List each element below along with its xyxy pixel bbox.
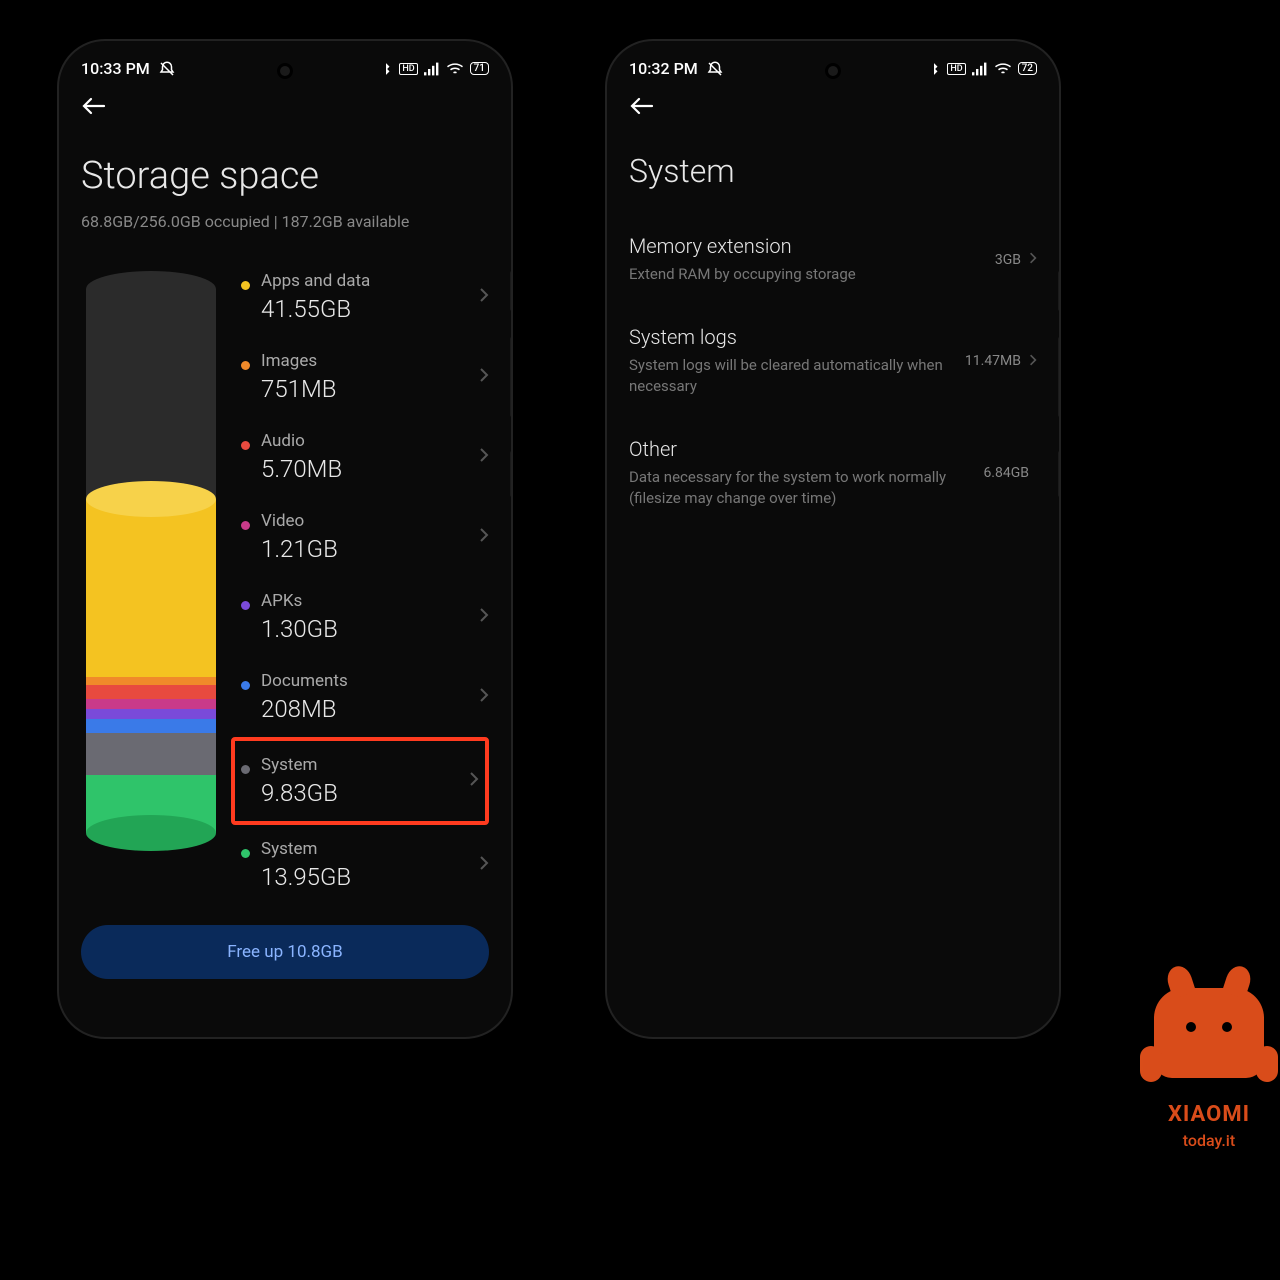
storage-summary: 68.8GB/256.0GB occupied | 187.2GB availa… xyxy=(59,212,511,257)
category-label: Documents xyxy=(261,671,479,691)
phone-system: 10:32 PM HD 72 System Memory extension E… xyxy=(605,39,1061,1039)
category-dot-icon xyxy=(241,361,250,370)
system-item-desc: Extend RAM by occupying storage xyxy=(629,264,987,285)
chevron-right-icon xyxy=(479,527,489,548)
category-label: Audio xyxy=(261,431,479,451)
battery-icon: 72 xyxy=(1018,62,1037,75)
category-size: 9.83GB xyxy=(261,779,469,807)
category-label: System xyxy=(261,755,469,775)
page-title: System xyxy=(607,122,1059,214)
status-time: 10:33 PM xyxy=(81,59,150,78)
system-item-title: Memory extension xyxy=(629,234,987,258)
side-button xyxy=(1058,451,1061,497)
category-row-apks[interactable]: APKs 1.30GB xyxy=(241,577,489,657)
system-item-desc: Data necessary for the system to work no… xyxy=(629,467,975,509)
watermark: XIAOMI today.it xyxy=(1154,988,1264,1150)
mute-icon xyxy=(158,60,176,78)
phone-storage: 10:33 PM HD 71 Storage space 68.8GB/256.… xyxy=(57,39,513,1039)
system-list: Memory extension Extend RAM by occupying… xyxy=(607,214,1059,529)
category-dot-icon xyxy=(241,849,250,858)
signal-icon xyxy=(424,62,440,76)
watermark-brand: XIAOMI xyxy=(1168,1102,1250,1127)
category-size: 41.55GB xyxy=(261,295,479,323)
chevron-right-icon xyxy=(479,687,489,708)
system-item-desc: System logs will be cleared automaticall… xyxy=(629,355,957,397)
storage-cylinder-chart xyxy=(81,257,221,905)
category-label: System xyxy=(261,839,479,859)
category-row-system[interactable]: System 9.83GB xyxy=(231,737,489,825)
side-button xyxy=(1058,271,1061,311)
category-row-apps-and-data[interactable]: Apps and data 41.55GB xyxy=(241,257,489,337)
system-item-title: System logs xyxy=(629,325,957,349)
category-size: 208MB xyxy=(261,695,479,723)
front-camera xyxy=(277,63,293,79)
status-time: 10:32 PM xyxy=(629,59,698,78)
category-dot-icon xyxy=(241,601,250,610)
chevron-right-icon xyxy=(479,447,489,468)
category-size: 13.95GB xyxy=(261,863,479,891)
category-size: 1.30GB xyxy=(261,615,479,643)
hd-icon: HD xyxy=(399,63,417,75)
category-row-images[interactable]: Images 751MB xyxy=(241,337,489,417)
chevron-right-icon xyxy=(479,287,489,308)
hd-icon: HD xyxy=(947,63,965,75)
system-item-other: Other Data necessary for the system to w… xyxy=(629,417,1037,529)
system-item-memory-extension[interactable]: Memory extension Extend RAM by occupying… xyxy=(629,214,1037,305)
category-label: APKs xyxy=(261,591,479,611)
chevron-right-icon xyxy=(1029,352,1037,371)
page-title: Storage space xyxy=(59,122,511,212)
category-size: 751MB xyxy=(261,375,479,403)
bluetooth-icon xyxy=(927,62,941,76)
system-item-value: 11.47MB xyxy=(965,353,1021,369)
battery-icon: 71 xyxy=(470,62,489,75)
chevron-right-icon xyxy=(479,855,489,876)
chevron-right-icon xyxy=(469,771,479,792)
back-button[interactable] xyxy=(629,94,655,122)
category-row-documents[interactable]: Documents 208MB xyxy=(241,657,489,737)
category-list: Apps and data 41.55GB Images 751MB Audio… xyxy=(241,257,489,905)
side-button xyxy=(1058,337,1061,417)
category-dot-icon xyxy=(241,521,250,530)
bluetooth-icon xyxy=(379,62,393,76)
wifi-icon xyxy=(994,62,1012,76)
system-item-system-logs[interactable]: System logs System logs will be cleared … xyxy=(629,305,1037,417)
system-item-value: 6.84GB xyxy=(983,465,1029,481)
category-label: Images xyxy=(261,351,479,371)
category-size: 1.21GB xyxy=(261,535,479,563)
category-label: Apps and data xyxy=(261,271,479,291)
side-button xyxy=(510,337,513,417)
category-dot-icon xyxy=(241,281,250,290)
category-row-system[interactable]: System 13.95GB xyxy=(241,825,489,905)
watermark-site: today.it xyxy=(1183,1131,1235,1150)
signal-icon xyxy=(972,62,988,76)
wifi-icon xyxy=(446,62,464,76)
chevron-right-icon xyxy=(479,367,489,388)
category-row-video[interactable]: Video 1.21GB xyxy=(241,497,489,577)
category-size: 5.70MB xyxy=(261,455,479,483)
category-dot-icon xyxy=(241,441,250,450)
category-dot-icon xyxy=(241,681,250,690)
system-item-value: 3GB xyxy=(995,252,1021,268)
mute-icon xyxy=(706,60,724,78)
free-up-button[interactable]: Free up 10.8GB xyxy=(81,925,489,979)
chevron-right-icon xyxy=(1029,250,1037,269)
side-button xyxy=(510,271,513,311)
category-row-audio[interactable]: Audio 5.70MB xyxy=(241,417,489,497)
system-item-title: Other xyxy=(629,437,975,461)
category-dot-icon xyxy=(241,765,250,774)
front-camera xyxy=(825,63,841,79)
side-button xyxy=(510,451,513,497)
back-button[interactable] xyxy=(81,94,107,122)
chevron-right-icon xyxy=(479,607,489,628)
category-label: Video xyxy=(261,511,479,531)
